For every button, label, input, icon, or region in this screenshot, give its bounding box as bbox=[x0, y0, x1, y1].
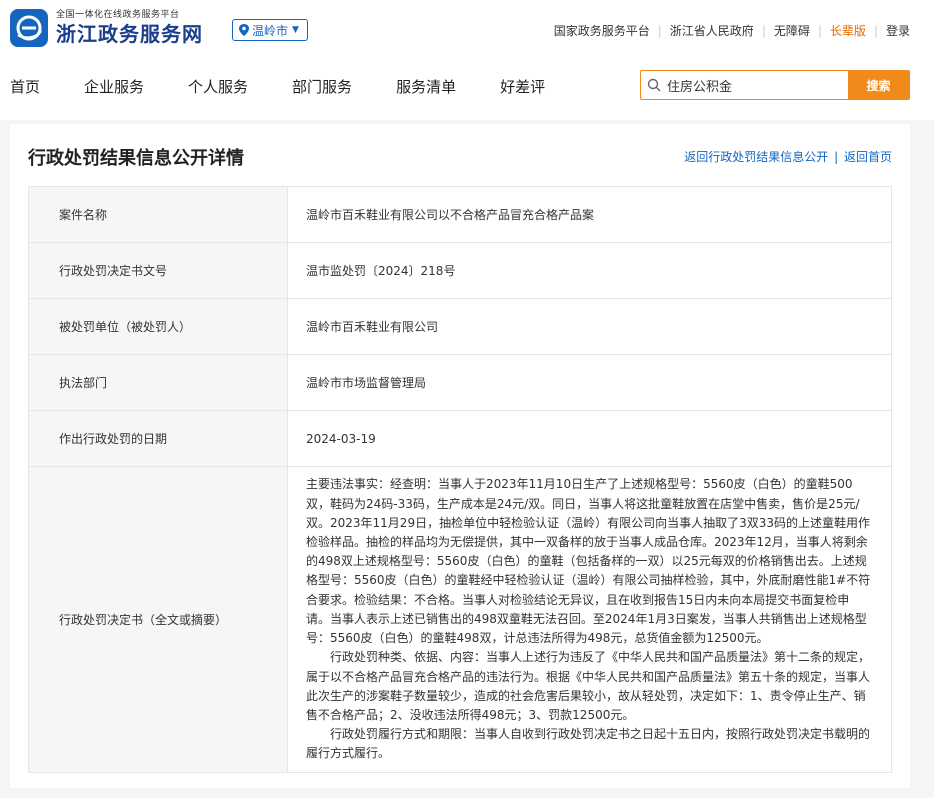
city-label: 温岭市 bbox=[252, 23, 289, 38]
divider: | bbox=[761, 23, 766, 38]
logo-title: 浙江政务服务网 bbox=[56, 22, 203, 46]
field-label: 行政处罚决定书文号 bbox=[28, 242, 288, 299]
field-value: 温市监处罚〔2024〕218号 bbox=[287, 242, 892, 299]
nav-enterprise-services[interactable]: 企业服务 bbox=[84, 76, 144, 97]
table-row: 行政处罚决定书文号 温市监处罚〔2024〕218号 bbox=[28, 242, 892, 299]
caret-down-icon: ▼ bbox=[292, 25, 299, 35]
logo-subtitle: 全国一体化在线政务服务平台 bbox=[56, 10, 180, 20]
nav-home[interactable]: 首页 bbox=[10, 76, 40, 97]
main-nav: 首页 企业服务 个人服务 部门服务 服务清单 好差评 bbox=[10, 76, 589, 97]
top-header: 全国一体化在线政务服务平台 浙江政务服务网 温岭市 ▼ 国家政务服务平台 | 浙… bbox=[0, 0, 934, 120]
detail-table: 案件名称 温岭市百禾鞋业有限公司以不合格产品冒充合格产品案 行政处罚决定书文号 … bbox=[28, 186, 892, 773]
field-label: 执法部门 bbox=[28, 354, 288, 411]
link-separator: | bbox=[834, 150, 839, 164]
field-label: 案件名称 bbox=[28, 186, 288, 243]
decision-paragraph-penalty: 行政处罚种类、依据、内容：当事人上述行为违反了《中华人民共和国产品质量法》第十二… bbox=[306, 650, 871, 722]
link-zhejiang-government[interactable]: 浙江省人民政府 bbox=[670, 22, 754, 39]
search-icon bbox=[641, 71, 667, 99]
link-national-platform[interactable]: 国家政务服务平台 bbox=[554, 22, 650, 39]
field-value: 温岭市百禾鞋业有限公司以不合格产品冒充合格产品案 bbox=[287, 186, 892, 243]
field-value: 主要违法事实：经查明：当事人于2023年11月10日生产了上述规格型号：5560… bbox=[287, 466, 892, 773]
search-button[interactable]: 搜索 bbox=[848, 71, 909, 99]
decision-paragraph-facts: 主要违法事实：经查明：当事人于2023年11月10日生产了上述规格型号：5560… bbox=[306, 477, 871, 646]
table-row: 行政处罚决定书（全文或摘要） 主要违法事实：经查明：当事人于2023年11月10… bbox=[28, 466, 892, 773]
location-pin-icon bbox=[239, 24, 249, 36]
search-input[interactable] bbox=[667, 71, 848, 99]
nav-department-services[interactable]: 部门服务 bbox=[292, 76, 352, 97]
site-logo[interactable]: 全国一体化在线政务服务平台 浙江政务服务网 bbox=[10, 9, 203, 47]
nav-personal-services[interactable]: 个人服务 bbox=[188, 76, 248, 97]
decision-text: 主要违法事实：经查明：当事人于2023年11月10日生产了上述规格型号：5560… bbox=[306, 475, 873, 763]
detail-card: 行政处罚结果信息公开详情 返回行政处罚结果信息公开 | 返回首页 案件名称 温岭… bbox=[10, 124, 910, 788]
link-login[interactable]: 登录 bbox=[886, 22, 910, 39]
link-back-to-list[interactable]: 返回行政处罚结果信息公开 bbox=[684, 150, 828, 164]
field-label: 被处罚单位（被处罚人） bbox=[28, 298, 288, 355]
top-links: 国家政务服务平台 | 浙江省人民政府 | 无障碍 | 长辈版 | 登录 bbox=[554, 22, 910, 39]
table-row: 案件名称 温岭市百禾鞋业有限公司以不合格产品冒充合格产品案 bbox=[28, 186, 892, 243]
link-back-home[interactable]: 返回首页 bbox=[844, 150, 892, 164]
link-elder-mode[interactable]: 长辈版 bbox=[830, 22, 866, 39]
table-row: 执法部门 温岭市市场监督管理局 bbox=[28, 354, 892, 411]
field-value: 2024-03-19 bbox=[287, 410, 892, 467]
divider: | bbox=[657, 23, 662, 38]
field-value: 温岭市百禾鞋业有限公司 bbox=[287, 298, 892, 355]
link-accessibility[interactable]: 无障碍 bbox=[774, 22, 810, 39]
field-label: 作出行政处罚的日期 bbox=[28, 410, 288, 467]
nav-rating[interactable]: 好差评 bbox=[500, 76, 545, 97]
page-title: 行政处罚结果信息公开详情 bbox=[28, 148, 244, 169]
city-selector[interactable]: 温岭市 ▼ bbox=[232, 19, 308, 41]
field-value: 温岭市市场监督管理局 bbox=[287, 354, 892, 411]
divider: | bbox=[873, 23, 878, 38]
decision-paragraph-execution: 行政处罚履行方式和期限：当事人自收到行政处罚决定书之日起十五日内，按照行政处罚决… bbox=[306, 727, 871, 761]
field-label: 行政处罚决定书（全文或摘要） bbox=[28, 466, 288, 773]
nav-service-list[interactable]: 服务清单 bbox=[396, 76, 456, 97]
table-row: 被处罚单位（被处罚人） 温岭市百禾鞋业有限公司 bbox=[28, 298, 892, 355]
card-links: 返回行政处罚结果信息公开 | 返回首页 bbox=[684, 148, 892, 165]
search-bar: 搜索 bbox=[640, 70, 910, 100]
divider: | bbox=[817, 23, 822, 38]
logo-e-icon bbox=[10, 9, 48, 47]
table-row: 作出行政处罚的日期 2024-03-19 bbox=[28, 410, 892, 467]
